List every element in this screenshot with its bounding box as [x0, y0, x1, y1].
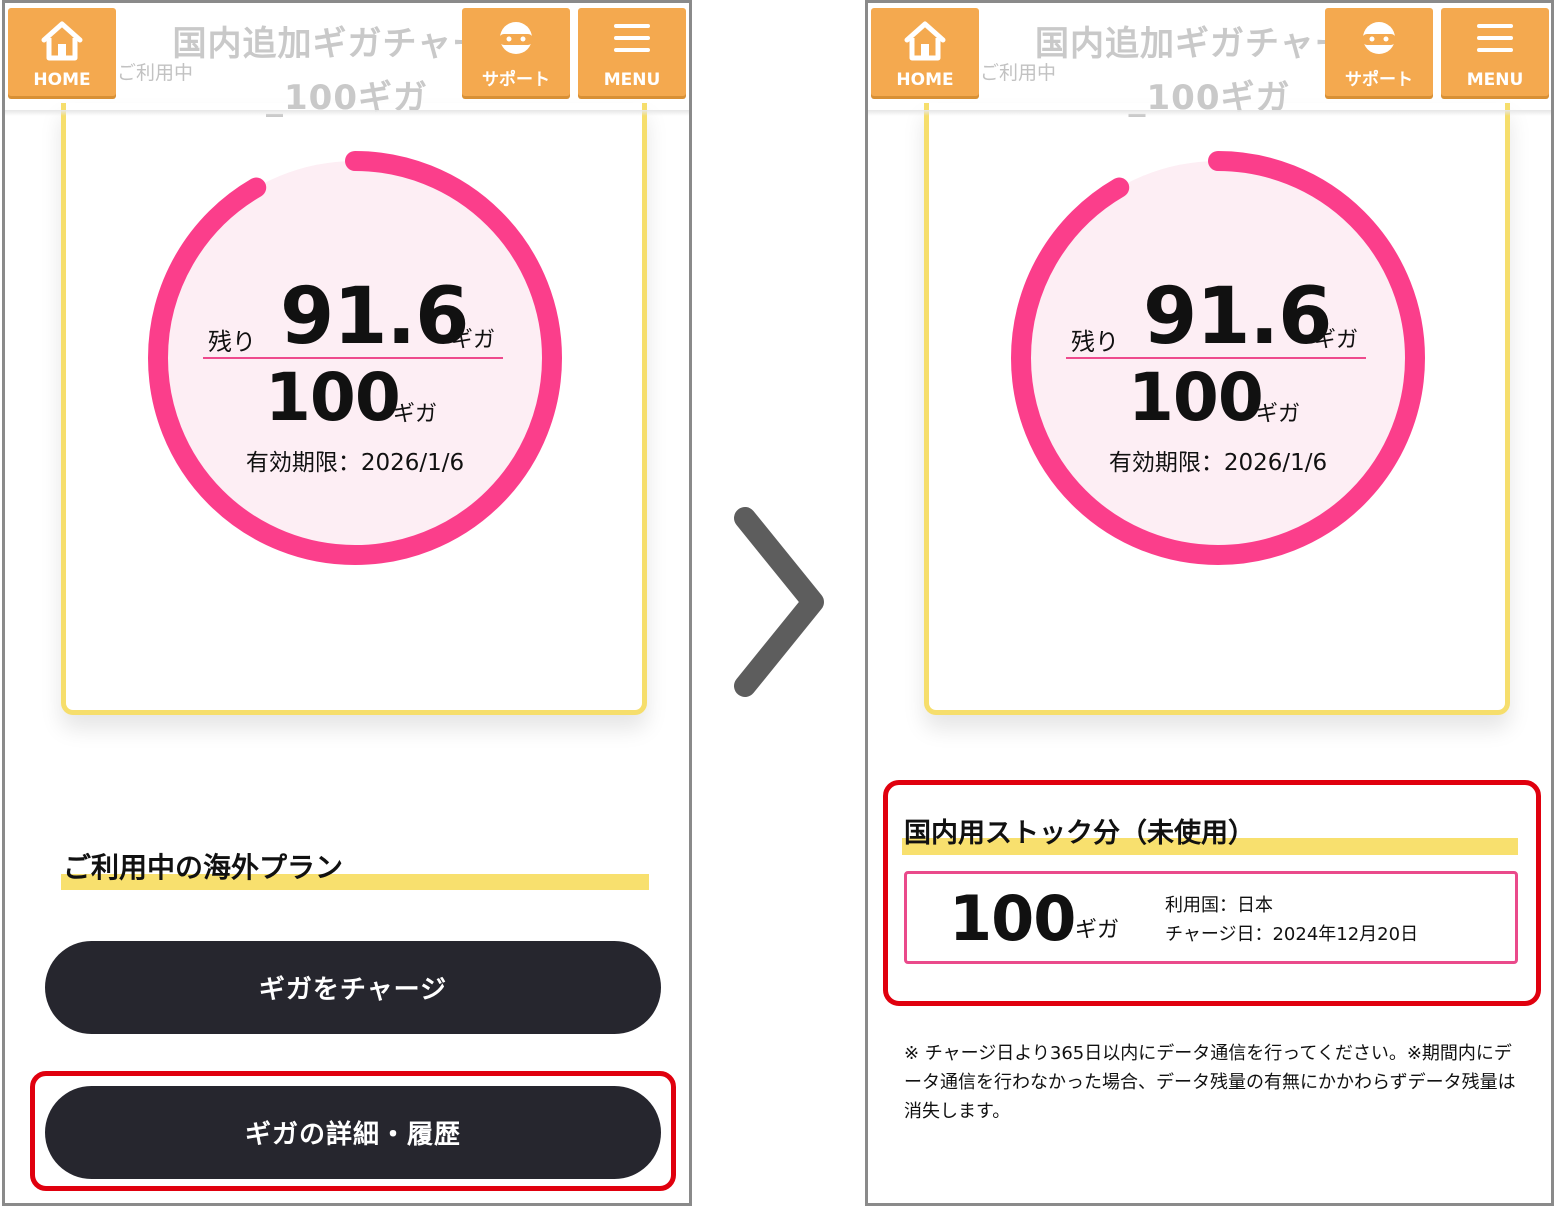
app-header: 国内追加ギガチャージ _100ギガ ご利用中 HOME サポート MENU: [868, 3, 1551, 118]
charge-giga-button[interactable]: ギガをチャージ: [45, 941, 661, 1034]
home-icon: [41, 21, 83, 61]
support-button[interactable]: サポート: [1325, 8, 1433, 96]
home-label: HOME: [896, 70, 954, 90]
right-screen: 残り 91.6 ギガ 100 ギガ 有効期限：2026/1/6 国内用ストック分…: [865, 0, 1554, 1206]
menu-label: MENU: [1466, 70, 1524, 90]
gauge-readout: 残り 91.6 ギガ 100 ギガ 有効期限：2026/1/6: [145, 148, 565, 568]
total-value: 100: [1128, 359, 1264, 436]
support-icon: [499, 22, 533, 54]
menu-icon: [614, 24, 650, 52]
stock-note: ※ チャージ日より365日以内にデータ通信を行ってください。※期間内にデータ通信…: [904, 1043, 1516, 1122]
status-label: ご利用中: [117, 62, 194, 84]
left-screen: 残り 91.6 ギガ 100 ギガ 有効期限：2026/1/6 ご利用中の海外プ…: [2, 0, 692, 1206]
total-unit: ギガ: [393, 402, 438, 427]
support-button[interactable]: サポート: [462, 8, 570, 96]
home-icon: [904, 21, 946, 61]
remaining-label: 残り: [208, 328, 256, 356]
remaining-label: 残り: [1071, 328, 1119, 356]
section-title-overseas-plan: ご利用中の海外プラン: [63, 851, 344, 884]
expiry-date: 有効期限：2026/1/6: [245, 450, 465, 476]
menu-button[interactable]: MENU: [1441, 8, 1549, 96]
support-icon: [1362, 22, 1396, 54]
status-label: ご利用中: [980, 62, 1057, 84]
app-header: 国内追加ギガチャージ _100ギガ ご利用中 HOME サポート MENU: [5, 3, 689, 118]
menu-label: MENU: [603, 70, 661, 90]
home-label: HOME: [33, 70, 91, 90]
remaining-unit: ギガ: [1314, 328, 1359, 353]
menu-button[interactable]: MENU: [578, 8, 686, 96]
remaining-value: 91.6: [280, 272, 469, 362]
header-divider: [868, 110, 1551, 116]
highlight-box: [30, 1071, 676, 1191]
menu-icon: [1477, 24, 1513, 52]
header-divider: [5, 110, 689, 116]
total-value: 100: [265, 359, 401, 436]
support-label: サポート: [1345, 70, 1413, 90]
remaining-unit: ギガ: [451, 328, 496, 353]
home-button[interactable]: HOME: [871, 8, 979, 96]
expiry-date: 有効期限：2026/1/6: [1108, 450, 1328, 476]
support-label: サポート: [482, 70, 550, 90]
home-button[interactable]: HOME: [8, 8, 116, 96]
remaining-value: 91.6: [1143, 272, 1332, 362]
total-unit: ギガ: [1256, 402, 1301, 427]
chevron-right-icon: [734, 507, 824, 697]
highlight-box: [883, 780, 1541, 1006]
gauge-readout: 残り 91.6 ギガ 100 ギガ 有効期限：2026/1/6: [1008, 148, 1428, 568]
